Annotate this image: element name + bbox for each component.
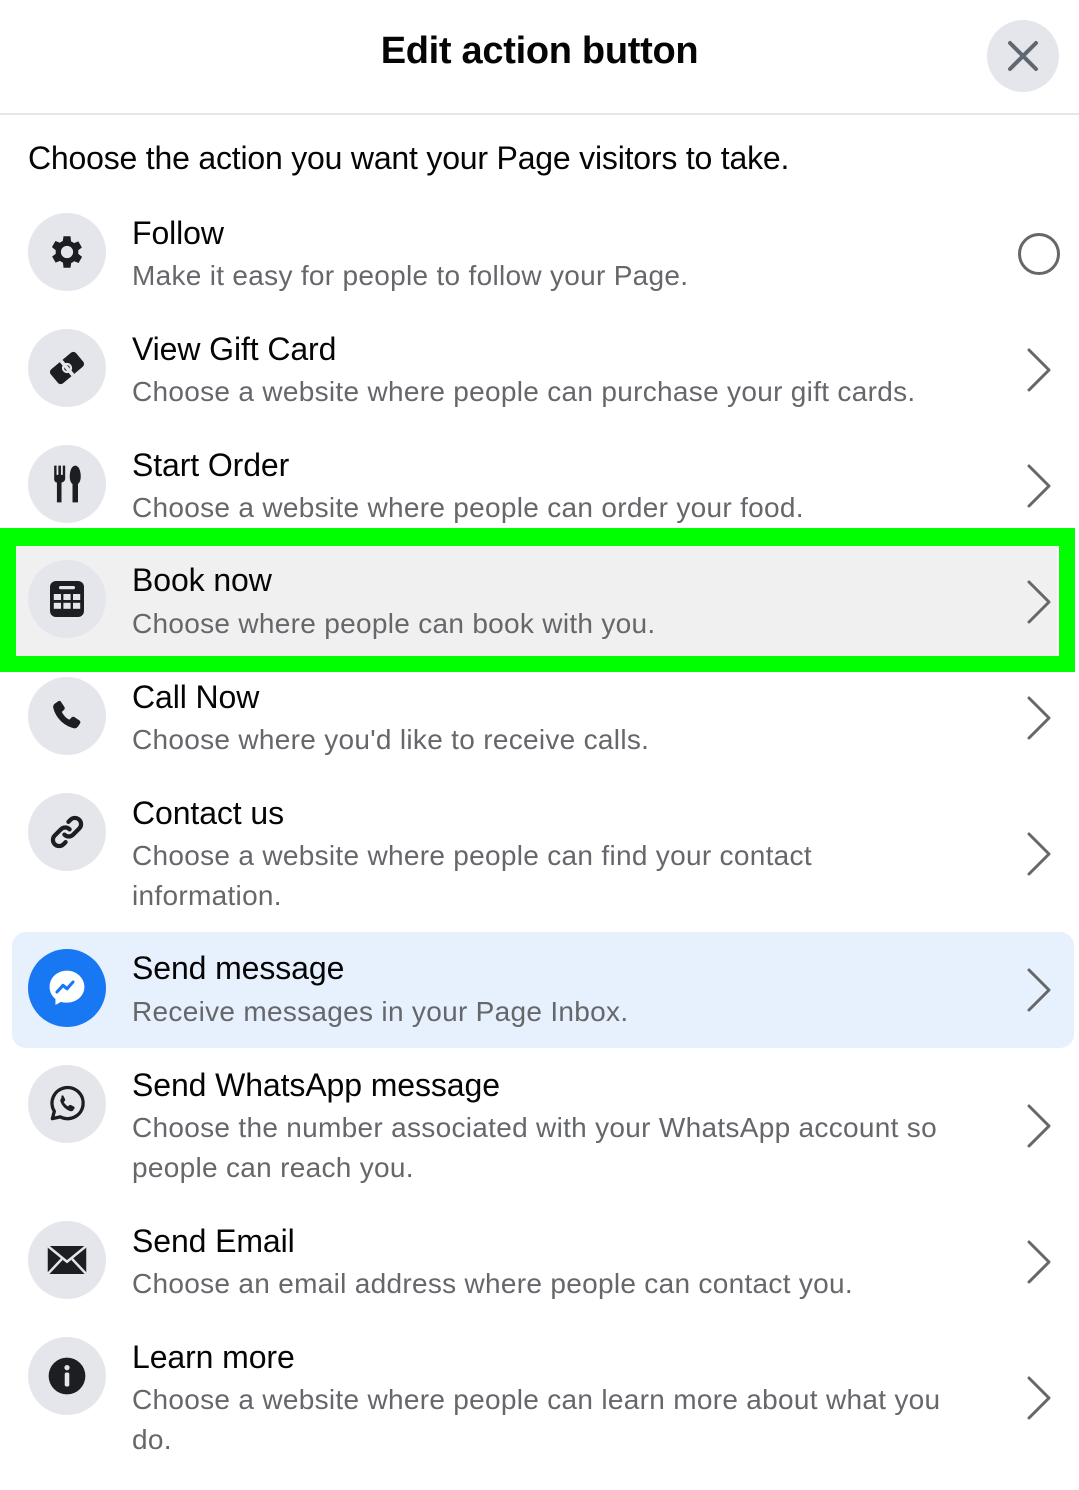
option-title: Call Now (132, 679, 260, 715)
option-call-now[interactable]: Call Now Choose where you'd like to rece… (12, 672, 1074, 772)
option-send-email[interactable]: Send Email Choose an email address where… (12, 1216, 1074, 1316)
gear-icon (51, 236, 83, 268)
option-title: Start Order (132, 447, 290, 483)
option-description: Receive messages in your Page Inbox. (132, 996, 629, 1027)
option-description: Choose a website where people can find y… (132, 840, 812, 911)
link-icon (50, 815, 84, 849)
option-icon-wrap (28, 1221, 106, 1299)
fork-knife-icon (54, 465, 81, 503)
option-icon-wrap (28, 949, 106, 1027)
option-description: Choose the number associated with your W… (132, 1112, 937, 1183)
follow-radio-button[interactable] (1018, 233, 1060, 275)
chevron-right-icon (1027, 1376, 1051, 1420)
option-icon-wrap (28, 560, 106, 638)
option-title: Learn more (132, 1339, 295, 1375)
option-description: Choose an email address where people can… (132, 1268, 853, 1299)
option-title: Send WhatsApp message (132, 1067, 500, 1103)
chevron-right-icon (1027, 464, 1051, 508)
option-send-message[interactable]: Send message Receive messages in your Pa… (12, 932, 1074, 1048)
chevron-right-icon (1027, 696, 1051, 740)
chevron-right-icon (1027, 1104, 1051, 1148)
chevron-right-icon (1027, 832, 1051, 876)
option-description: Choose where you'd like to receive calls… (132, 724, 650, 755)
calendar-icon (50, 581, 84, 617)
close-button[interactable] (987, 20, 1059, 92)
option-title: Follow (132, 215, 224, 251)
option-icon-wrap (28, 329, 106, 407)
chevron-right-icon (1027, 348, 1051, 392)
messenger-icon (49, 970, 85, 1006)
option-contact-us[interactable]: Contact us Choose a website where people… (12, 788, 1074, 918)
dialog-header: Edit action button (0, 0, 1079, 115)
option-icon-wrap (28, 793, 106, 871)
option-book-now[interactable]: Book now Choose where people can book wi… (15, 546, 1057, 656)
option-title: Book now (132, 562, 272, 598)
chevron-right-icon (1027, 580, 1051, 624)
option-follow[interactable]: Follow Make it easy for people to follow… (12, 208, 1074, 308)
option-icon-wrap (28, 445, 106, 523)
option-description: Choose a website where people can learn … (132, 1384, 941, 1455)
option-icon-wrap (28, 677, 106, 755)
envelope-icon (46, 1245, 88, 1275)
info-icon (48, 1357, 86, 1395)
option-start-order[interactable]: Start Order Choose a website where peopl… (12, 440, 1074, 540)
option-learn-more[interactable]: Learn more Choose a website where people… (12, 1332, 1074, 1462)
chevron-right-icon (1027, 1240, 1051, 1284)
option-title: View Gift Card (132, 331, 337, 367)
gift-card-icon (49, 351, 85, 385)
option-description: Choose a website where people can order … (132, 492, 804, 523)
whatsapp-icon (50, 1085, 85, 1121)
option-description: Choose where people can book with you. (132, 608, 656, 639)
option-title: Send message (132, 950, 345, 986)
close-icon (1008, 41, 1038, 71)
dialog-title: Edit action button (380, 30, 699, 72)
chevron-right-icon (1027, 968, 1051, 1012)
phone-icon (53, 700, 81, 729)
option-send-whatsapp-message[interactable]: Send WhatsApp message Choose the number … (12, 1060, 1074, 1190)
option-title: Send Email (132, 1223, 295, 1259)
option-icon-wrap (28, 213, 106, 291)
option-description: Choose a website where people can purcha… (132, 376, 916, 407)
option-view-gift-card[interactable]: View Gift Card Choose a website where pe… (12, 324, 1074, 424)
option-icon-wrap (28, 1337, 106, 1415)
option-title: Contact us (132, 795, 284, 831)
option-icon-wrap (28, 1065, 106, 1143)
option-description: Make it easy for people to follow your P… (132, 260, 689, 291)
instruction-text: Choose the action you want your Page vis… (28, 140, 790, 176)
